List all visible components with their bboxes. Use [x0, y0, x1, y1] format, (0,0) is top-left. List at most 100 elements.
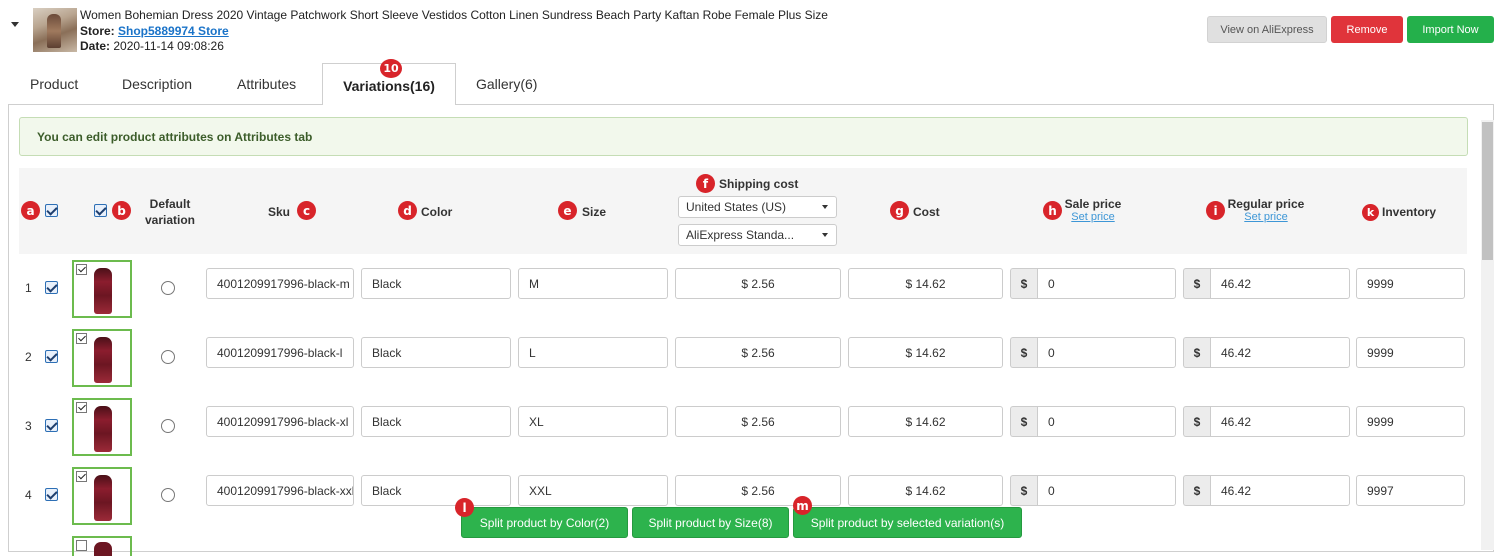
regular-currency-addon: $	[1183, 337, 1210, 368]
regular-currency-addon: $	[1183, 406, 1210, 437]
dress-thumbnail	[94, 406, 112, 452]
split-by-color-button[interactable]: Split product by Color(2)	[461, 507, 628, 538]
sku-input[interactable]: 4001209917996-black-xl	[206, 406, 354, 437]
store-link[interactable]: Shop5889974 Store	[118, 24, 229, 38]
inventory-input[interactable]: 9999	[1356, 268, 1465, 299]
default-variation-radio[interactable]	[161, 281, 175, 295]
shipping-cost-field: $ 2.56	[675, 475, 841, 506]
sale-price-input[interactable]: 0	[1037, 337, 1176, 368]
shipping-cost-field: $ 2.56	[675, 268, 841, 299]
regular-price-input[interactable]: 46.42	[1210, 337, 1350, 368]
sale-price-label: Sale price	[1064, 197, 1122, 211]
default-variation-radio[interactable]	[161, 350, 175, 364]
sku-input[interactable]: 4001209917996-black-xxl	[206, 475, 354, 506]
select-all-images-checkbox[interactable]	[94, 204, 107, 217]
cost-header: Cost	[913, 205, 940, 219]
row-checkbox[interactable]	[45, 281, 58, 294]
regular-price-input[interactable]: 46.42	[1210, 475, 1350, 506]
scrollbar-thumb[interactable]	[1482, 122, 1493, 260]
sale-price-input[interactable]: 0	[1037, 475, 1176, 506]
cost-field: $ 14.62	[848, 475, 1003, 506]
view-on-aliexpress-button[interactable]: View on AliExpress	[1207, 16, 1327, 43]
annotation-badge-m: m	[793, 496, 812, 515]
variation-image[interactable]	[72, 329, 132, 387]
cost-field: $ 14.62	[848, 406, 1003, 437]
tab-description[interactable]: Description	[122, 76, 192, 92]
inventory-input[interactable]: 9997	[1356, 475, 1465, 506]
dress-thumbnail	[94, 475, 112, 521]
import-now-button[interactable]: Import Now	[1407, 16, 1494, 43]
store-label: Store:	[80, 24, 115, 38]
tab-gallery[interactable]: Gallery(6)	[476, 76, 537, 92]
size-header: Size	[582, 205, 607, 219]
row-checkbox[interactable]	[45, 350, 58, 363]
row-checkbox[interactable]	[45, 419, 58, 432]
image-checkbox[interactable]	[76, 264, 87, 275]
default-variation-header-line1: Default	[149, 197, 191, 211]
select-all-checkbox[interactable]	[45, 204, 58, 217]
color-input[interactable]: Black	[361, 475, 511, 506]
sale-currency-addon: $	[1010, 475, 1037, 506]
inventory-input[interactable]: 9999	[1356, 406, 1465, 437]
image-checkbox[interactable]	[76, 333, 87, 344]
regular-price-input[interactable]: 46.42	[1210, 268, 1350, 299]
row-checkbox[interactable]	[45, 488, 58, 501]
regular-currency-addon: $	[1183, 475, 1210, 506]
cost-field: $ 14.62	[848, 268, 1003, 299]
annotation-badge-c: c	[297, 201, 316, 220]
cost-field: $ 14.62	[848, 337, 1003, 368]
shipping-country-select[interactable]: United States (US)	[678, 196, 837, 218]
color-input[interactable]: Black	[361, 337, 511, 368]
tab-attributes[interactable]: Attributes	[237, 76, 296, 92]
annotation-badge-g: g	[890, 201, 909, 220]
default-variation-header: Default variation	[140, 196, 200, 228]
row-number: 3	[25, 419, 32, 433]
split-by-selected-button[interactable]: Split product by selected variation(s)	[793, 507, 1022, 538]
sale-price-input[interactable]: 0	[1037, 268, 1176, 299]
dress-thumbnail	[94, 268, 112, 314]
size-input[interactable]: XXL	[518, 475, 668, 506]
image-checkbox[interactable]	[76, 471, 87, 482]
sku-input[interactable]: 4001209917996-black-l	[206, 337, 354, 368]
regular-set-price-link[interactable]: Set price	[1226, 211, 1306, 223]
annotation-badge-d: d	[398, 201, 417, 220]
color-input[interactable]: Black	[361, 406, 511, 437]
inventory-input[interactable]: 9999	[1356, 337, 1465, 368]
sale-currency-addon: $	[1010, 268, 1037, 299]
tab-product[interactable]: Product	[30, 76, 78, 92]
size-input[interactable]: XL	[518, 406, 668, 437]
regular-price-input[interactable]: 46.42	[1210, 406, 1350, 437]
variation-image[interactable]	[72, 467, 132, 525]
annotation-badge-b: b	[112, 201, 131, 220]
shipping-method-select[interactable]: AliExpress Standa...	[678, 224, 837, 246]
sale-set-price-link[interactable]: Set price	[1062, 211, 1124, 223]
inventory-header: Inventory	[1382, 205, 1437, 219]
sale-price-input[interactable]: 0	[1037, 406, 1176, 437]
product-thumbnail	[33, 8, 77, 52]
regular-price-label: Regular price	[1227, 197, 1305, 211]
product-title: Women Bohemian Dress 2020 Vintage Patchw…	[80, 8, 828, 22]
split-by-size-button[interactable]: Split product by Size(8)	[632, 507, 789, 538]
variation-image[interactable]	[72, 398, 132, 456]
size-input[interactable]: M	[518, 268, 668, 299]
dress-thumbnail	[94, 542, 112, 556]
sku-input[interactable]: 4001209917996-black-m	[206, 268, 354, 299]
collapse-caret-icon[interactable]	[11, 22, 19, 27]
size-input[interactable]: L	[518, 337, 668, 368]
default-variation-radio[interactable]	[161, 419, 175, 433]
table-row: 3 4001209917996-black-xl Black XL $ 2.56…	[19, 392, 1467, 461]
notice-banner: You can edit product attributes on Attri…	[19, 117, 1468, 156]
variation-image[interactable]	[72, 260, 132, 318]
remove-button[interactable]: Remove	[1331, 16, 1403, 43]
sku-header: Sku	[268, 205, 291, 219]
default-variation-radio[interactable]	[161, 488, 175, 502]
annotation-badge-i: i	[1206, 201, 1225, 220]
sale-currency-addon: $	[1010, 337, 1037, 368]
shipping-cost-header: Shipping cost	[719, 177, 799, 191]
color-input[interactable]: Black	[361, 268, 511, 299]
shipping-cost-field: $ 2.56	[675, 406, 841, 437]
table-row: 2 4001209917996-black-l Black L $ 2.56 $…	[19, 323, 1467, 392]
annotation-badge-a: a	[21, 201, 40, 220]
image-checkbox[interactable]	[76, 402, 87, 413]
table-row: 1 4001209917996-black-m Black M $ 2.56 $…	[19, 254, 1467, 323]
